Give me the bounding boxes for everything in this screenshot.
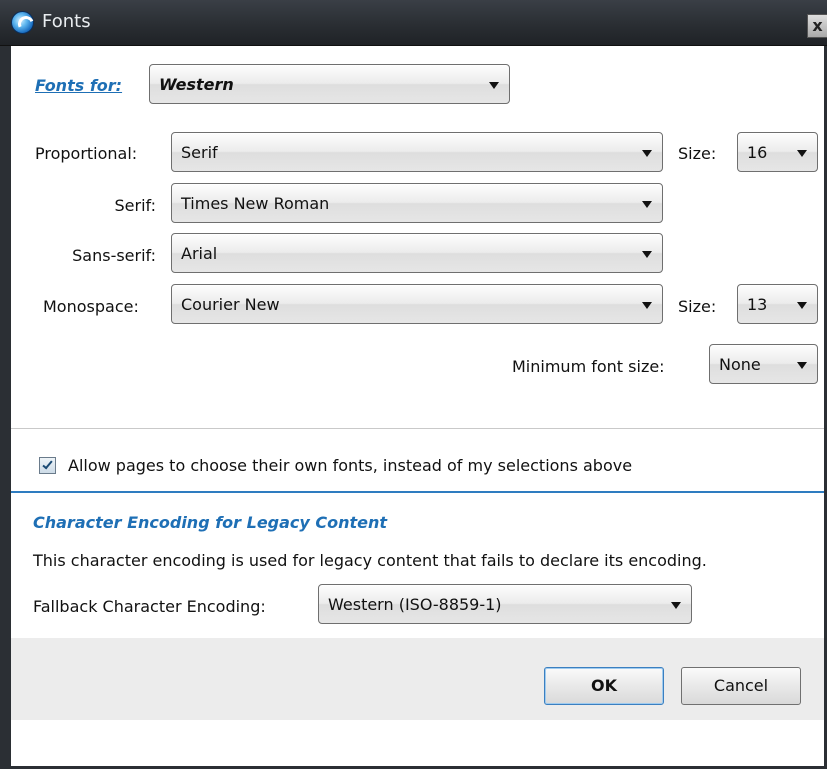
proportional-label: Proportional: [35, 144, 138, 163]
chevron-down-icon [642, 201, 652, 208]
proportional-size-label: Size: [678, 144, 717, 163]
minimum-font-size-dropdown[interactable]: None [709, 344, 818, 384]
fallback-encoding-label: Fallback Character Encoding: [33, 597, 266, 616]
chevron-down-icon [797, 150, 807, 157]
proportional-value: Serif [181, 143, 218, 162]
fonts-for-value: Western [159, 75, 234, 94]
monospace-dropdown[interactable]: Courier New [171, 284, 663, 324]
title-bar: Fonts x [0, 0, 827, 46]
window-title: Fonts [42, 11, 91, 32]
sans-serif-dropdown[interactable]: Arial [171, 233, 663, 273]
encoding-description: This character encoding is used for lega… [33, 551, 707, 570]
section-divider [11, 491, 824, 493]
sans-serif-label: Sans-serif: [72, 246, 156, 265]
monospace-size-label: Size: [678, 297, 717, 316]
proportional-size-value: 16 [747, 143, 768, 162]
monospace-size-dropdown[interactable]: 13 [737, 284, 818, 324]
minimum-font-size-value: None [719, 355, 761, 374]
cancel-button[interactable]: Cancel [681, 667, 801, 705]
ok-button[interactable]: OK [544, 667, 664, 705]
fonts-for-label-text: Fonts for: [35, 76, 123, 95]
chevron-down-icon [642, 251, 652, 258]
fallback-encoding-dropdown[interactable]: Western (ISO-8859-1) [318, 584, 692, 624]
chevron-down-icon [642, 302, 652, 309]
allow-pages-checkbox[interactable] [39, 457, 56, 474]
encoding-heading: Character Encoding for Legacy Content [33, 513, 388, 532]
sans-serif-value: Arial [181, 244, 218, 263]
fonts-for-label: Fonts for: [35, 76, 122, 95]
divider [11, 428, 824, 429]
monospace-size-value: 13 [747, 295, 768, 314]
window-frame-left [0, 46, 11, 769]
serif-label: Serif: [114, 196, 156, 215]
chevron-down-icon [671, 602, 681, 609]
proportional-size-dropdown[interactable]: 16 [737, 132, 818, 172]
fonts-for-dropdown[interactable]: Western [149, 64, 510, 104]
fallback-encoding-value: Western (ISO-8859-1) [328, 595, 502, 614]
checkmark-icon [42, 458, 53, 470]
chevron-down-icon [797, 362, 807, 369]
chevron-down-icon [489, 82, 499, 89]
proportional-dropdown[interactable]: Serif [171, 132, 663, 172]
serif-value: Times New Roman [181, 194, 330, 213]
serif-dropdown[interactable]: Times New Roman [171, 183, 663, 223]
monospace-value: Courier New [181, 295, 280, 314]
close-icon[interactable]: x [807, 14, 827, 38]
chevron-down-icon [642, 150, 652, 157]
allow-pages-label[interactable]: Allow pages to choose their own fonts, i… [68, 456, 632, 475]
minimum-font-size-label: Minimum font size: [512, 357, 665, 376]
chevron-down-icon [797, 302, 807, 309]
monospace-label: Monospace: [43, 297, 139, 316]
app-logo-icon [11, 11, 34, 34]
